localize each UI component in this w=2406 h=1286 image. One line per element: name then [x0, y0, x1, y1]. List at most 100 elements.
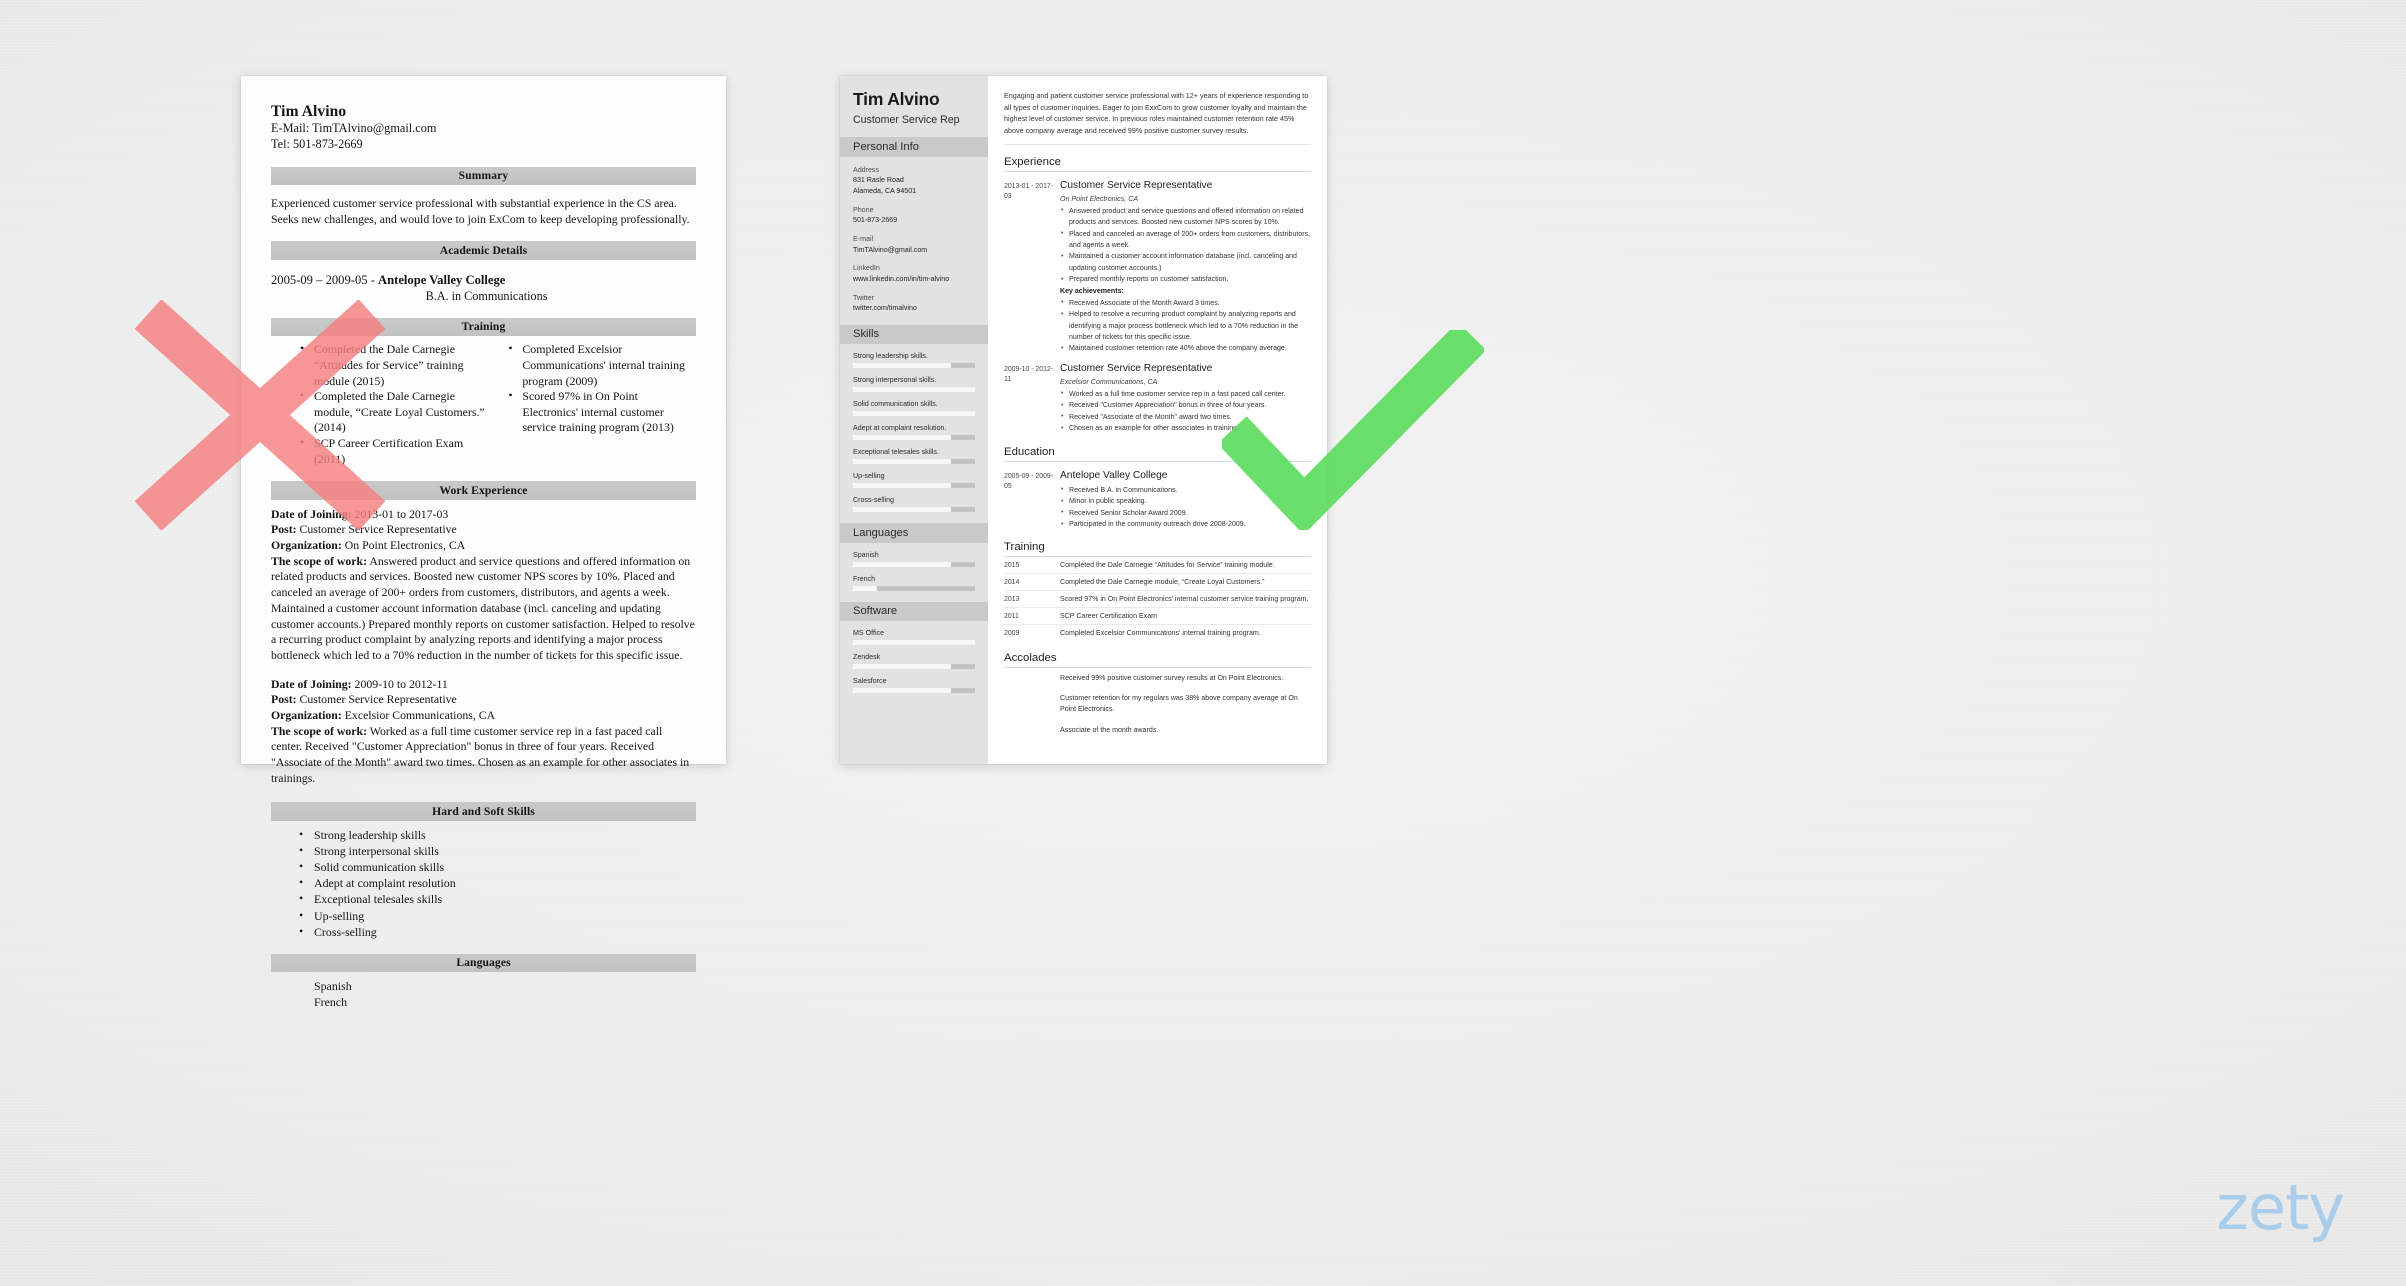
bad-job-date: Date of Joining: 2009-10 to 2012-11	[271, 677, 696, 693]
list-item: Spanish	[314, 979, 352, 994]
software-row: MS Office	[853, 629, 975, 646]
bad-training-list-right: Completed Excelsior Communications' inte…	[505, 341, 696, 436]
bad-section-languages-heading: Languages	[271, 953, 696, 973]
bad-section-skills-heading: Hard and Soft Skills	[271, 802, 696, 821]
training-year: 2009	[1004, 629, 1020, 637]
experience-achievements: Received Associate of the Month Award 3 …	[1060, 297, 1311, 355]
education-container: 2005-09 - 2009-05 Antelope Valley College…	[1004, 470, 1311, 531]
training-row: 2014 Completed the Dale Carnegie module, …	[1004, 574, 1311, 592]
good-resume-sidebar: Tim Alvino Customer Service Rep Personal…	[840, 76, 988, 764]
accolade-spacer	[1004, 725, 1060, 736]
bad-job-post: Post: Customer Service Representative	[271, 522, 696, 538]
good-section-accolades-heading: Accolades	[1004, 652, 1311, 669]
software-row: Salesforce	[853, 677, 975, 694]
software-container: MS Office Zendesk Salesforce	[853, 629, 975, 694]
education-dates: 2005-09 - 2009-05	[1004, 472, 1054, 490]
experience-entry: 2013-01 - 2017-03 Customer Service Repres…	[1004, 180, 1311, 355]
experience-organization: Excelsior Communications, CA	[1060, 377, 1158, 386]
software-bar-fill	[853, 640, 975, 646]
skill-bar-fill	[853, 387, 975, 393]
skill-label: Strong leadership skills.	[853, 352, 928, 361]
bad-summary-text: Experienced customer service professiona…	[271, 196, 690, 226]
list-item: Received B.A. in Communications.	[1060, 484, 1311, 496]
bad-job-date-value: 2013-01 to 2017-03	[351, 506, 449, 521]
bad-job-date: Date of Joining: 2013-01 to 2017-03	[271, 507, 696, 523]
software-bar-track	[853, 640, 975, 646]
skill-bar-track	[853, 483, 975, 489]
skill-row: Cross-selling	[853, 496, 975, 513]
language-bar-track	[853, 585, 975, 591]
list-item: Chosen as an example for other associate…	[1060, 423, 1311, 435]
list-item: Placed and canceled an average of 200+ o…	[1060, 228, 1311, 252]
accolade-row: Associate of the month awards.	[1004, 720, 1311, 740]
list-item: Worked as a full time customer service r…	[1060, 388, 1311, 400]
skill-row: Up-selling	[853, 472, 975, 489]
personal-info-group: LinkedIn www.linkedin.com/in/tim-alvino	[853, 263, 975, 284]
personal-info-value[interactable]: www.linkedin.com/in/tim-alvino	[853, 274, 975, 285]
bad-job-post-value: Customer Service Representative	[296, 692, 457, 707]
personal-info-group: Twitter twitter.com/timalvino	[853, 293, 975, 314]
list-item: Maintained customer retention rate 40% a…	[1060, 343, 1311, 355]
bad-job-scope-label: The scope of work:	[271, 553, 368, 568]
accolade-text: Customer retention for my regulars was 3…	[1060, 695, 1298, 714]
skill-row: Adept at complaint resolution.	[853, 424, 975, 441]
bad-training-list-left: Completed the Dale Carnegie “Attitudes f…	[297, 341, 491, 467]
list-item: Prepared monthly reports on customer sat…	[1060, 274, 1311, 286]
skill-row: Strong interpersonal skills.	[853, 376, 975, 393]
bad-job-org-value: Excelsior Communications, CA	[341, 707, 496, 722]
bad-section-work-heading: Work Experience	[271, 481, 696, 500]
skill-row: Strong leadership skills.	[853, 352, 975, 369]
skill-bar-track	[853, 459, 975, 465]
training-text: Completed the Dale Carnegie module, “Cre…	[1060, 578, 1265, 586]
bad-job-post: Post: Customer Service Representative	[271, 692, 696, 708]
accolade-spacer	[1004, 673, 1060, 684]
skill-row: Solid communication skills.	[853, 400, 975, 417]
language-row: Spanish	[853, 551, 975, 567]
bad-job-entry: Date of Joining: 2009-10 to 2012-11 Post…	[271, 677, 696, 787]
accolades-container: Received 99% positive customer survey re…	[1004, 668, 1311, 740]
bad-training-column-left: Completed the Dale Carnegie “Attitudes f…	[271, 341, 491, 467]
bad-section-summary-heading: Summary	[271, 166, 696, 186]
personal-info-label: Phone	[853, 205, 874, 214]
bad-training-columns: Completed the Dale Carnegie “Attitudes f…	[271, 341, 696, 467]
bad-languages-list: Spanish French	[271, 978, 696, 1010]
sidebar-heading-personal-info: Personal Info	[840, 137, 988, 157]
personal-info-label: E-mail	[853, 234, 874, 243]
bad-academic-line: 2005-09 – 2009-05 - Antelope Valley Coll…	[271, 273, 696, 288]
bad-resume-email: E-Mail: TimTAlvino@gmail.com	[271, 121, 437, 136]
personal-info-value: 501-873-2669	[853, 216, 898, 225]
personal-info-value[interactable]: twitter.com/timalvino	[853, 303, 975, 314]
training-year: 2011	[1004, 612, 1019, 620]
list-item: Received Senior Scholar Award 2009.	[1060, 507, 1311, 519]
skill-bar-fill	[853, 435, 951, 441]
software-row: Zendesk	[853, 653, 975, 670]
skill-bar-track	[853, 507, 975, 513]
bad-resume-phone: Tel: 501-873-2669	[271, 136, 363, 151]
personal-info-value: Alameda, CA 94501	[853, 187, 917, 196]
list-item: French	[314, 995, 348, 1010]
personal-info-label: Twitter	[853, 293, 874, 302]
skill-bar-track	[853, 387, 975, 393]
training-row: 2015 Completed the Dale Carnegie “Attitud…	[1004, 557, 1311, 575]
languages-container: Spanish French	[853, 551, 975, 591]
experience-title: Customer Service Representative	[1060, 362, 1213, 374]
accolade-row: Received 99% positive customer survey re…	[1004, 668, 1311, 688]
bad-job-entry: Date of Joining: 2013-01 to 2017-03 Post…	[271, 507, 696, 664]
education-bullets: Received B.A. in Communications.Minor in…	[1060, 484, 1311, 531]
list-item: Scored 97% in On Point Electronics' inte…	[505, 388, 696, 436]
personal-info-label: LinkedIn	[853, 264, 880, 273]
software-bar-track	[853, 688, 975, 694]
skill-label: Cross-selling	[853, 496, 894, 505]
good-section-training-heading: Training	[1004, 541, 1311, 558]
bad-training-column-right: Completed Excelsior Communications' inte…	[501, 341, 696, 467]
accolade-row: Customer retention for my regulars was 3…	[1004, 689, 1311, 721]
bad-job-scope: The scope of work: Worked as a full time…	[271, 724, 696, 787]
personal-info-group: E-mail TimTAlvino@gmail.com	[853, 234, 975, 255]
bad-job-org-value: On Point Electronics, CA	[341, 538, 466, 553]
language-label: French	[853, 574, 876, 583]
experience-entry: 2009-10 - 2012-11 Customer Service Repres…	[1004, 363, 1311, 435]
skill-row: Exceptional telesales skills.	[853, 448, 975, 465]
skill-bar-fill	[853, 459, 951, 465]
skills-container: Strong leadership skills. Strong interper…	[853, 352, 975, 513]
skill-bar-track	[853, 363, 975, 369]
